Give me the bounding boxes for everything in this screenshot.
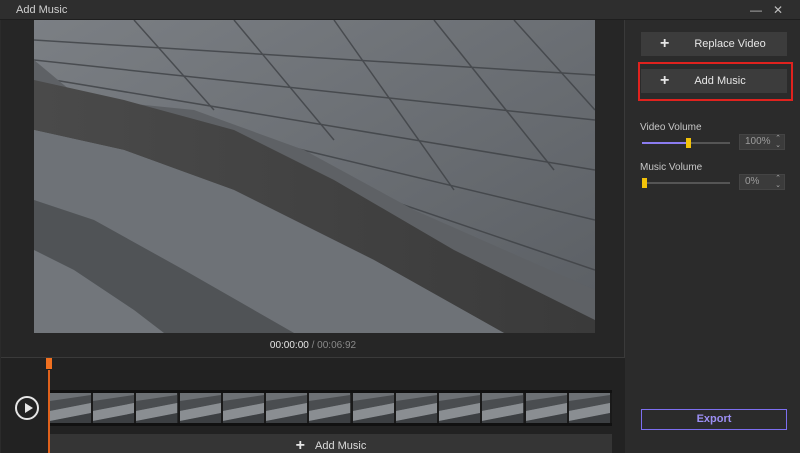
video-preview[interactable] [34, 20, 595, 333]
filmstrip-frame [439, 393, 483, 423]
filmstrip-frame [222, 393, 267, 423]
playhead-line[interactable] [48, 370, 50, 453]
timeline: + Add Music [1, 357, 625, 453]
filmstrip-frame [179, 393, 223, 423]
music-volume-knob[interactable] [642, 178, 647, 188]
title-bar: Add Music — ✕ [0, 0, 800, 20]
filmstrip-frame [395, 393, 440, 423]
add-music-track-label: Add Music [314, 440, 367, 452]
filmstrip-frame [309, 393, 353, 423]
minimize-button[interactable]: — [747, 2, 765, 18]
export-button[interactable]: Export [641, 409, 787, 430]
filmstrip-frame [136, 393, 180, 423]
add-music-track-button[interactable]: + Add Music [50, 434, 612, 453]
filmstrip-frame [50, 393, 94, 423]
filmstrip-frame [482, 393, 526, 423]
music-volume-value: 0% [745, 176, 760, 187]
filmstrip-frame [568, 393, 612, 423]
plus-icon: + [660, 35, 670, 52]
total-time: 00:06:92 [317, 340, 357, 351]
music-volume-label: Music Volume [640, 162, 703, 173]
replace-video-label: Replace Video [694, 38, 766, 50]
filmstrip-frame [266, 393, 310, 423]
play-icon[interactable] [15, 396, 39, 420]
video-volume-label: Video Volume [640, 122, 702, 133]
video-volume-knob[interactable] [685, 138, 691, 148]
spin-down-icon[interactable]: ⌄ [775, 142, 781, 149]
main-pane: 00:00:00 / 00:06:92 + Add Music [1, 20, 625, 453]
video-volume-slider[interactable] [642, 138, 730, 148]
playhead-handle[interactable] [46, 358, 52, 369]
filmstrip-frame [525, 393, 569, 423]
replace-video-button[interactable]: + Replace Video [641, 32, 787, 56]
music-volume-input[interactable]: 0% ⌃ ⌄ [739, 174, 785, 190]
spin-up-icon[interactable]: ⌃ [775, 135, 781, 142]
spin-up-icon[interactable]: ⌃ [775, 175, 781, 182]
video-frame-image [34, 20, 595, 333]
window-title: Add Music [16, 4, 68, 16]
video-volume-fill [642, 142, 688, 144]
timecode: 00:00:00 / 00:06:92 [1, 340, 625, 351]
time-separator: / [308, 340, 318, 351]
spin-down-icon[interactable]: ⌄ [775, 182, 781, 189]
video-volume-input[interactable]: 100% ⌃ ⌄ [739, 134, 785, 150]
video-filmstrip[interactable] [50, 390, 612, 426]
filmstrip-frame [352, 393, 396, 423]
add-music-button[interactable]: + Add Music [641, 69, 787, 93]
plus-icon: + [295, 437, 305, 453]
video-volume-value: 100% [745, 136, 771, 147]
add-music-label: Add Music [694, 75, 746, 87]
plus-icon: + [660, 72, 670, 89]
filmstrip-frame [93, 393, 137, 423]
current-time: 00:00:00 [269, 340, 309, 351]
close-button[interactable]: ✕ [769, 2, 787, 18]
video-volume-spinner[interactable]: ⌃ ⌄ [775, 135, 781, 149]
side-panel: + Replace Video + Add Music Video Volume… [626, 20, 800, 453]
music-volume-spinner[interactable]: ⌃ ⌄ [775, 175, 781, 189]
music-volume-slider[interactable] [642, 178, 730, 188]
